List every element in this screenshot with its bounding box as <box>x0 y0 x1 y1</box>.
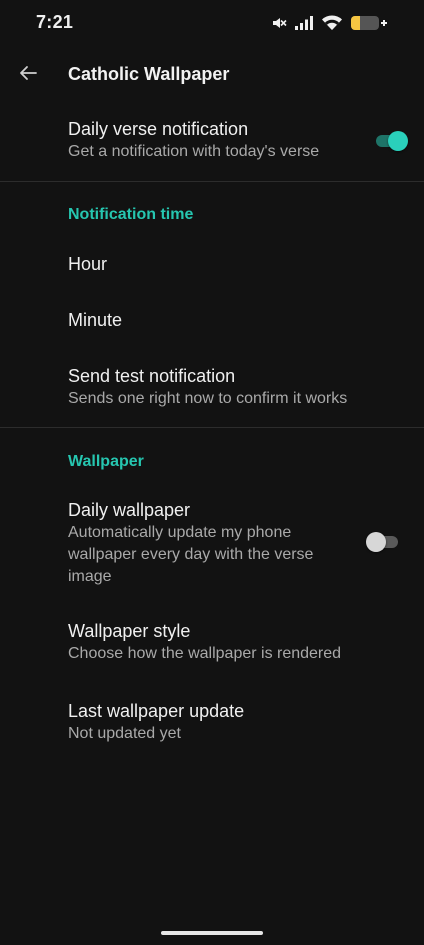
daily-wallpaper-summary: Automatically update my phone wallpaper … <box>68 524 314 585</box>
home-indicator[interactable] <box>161 931 263 935</box>
send-test-title: Send test notification <box>68 366 236 386</box>
settings-screen: 7:21 Catholic Wallpaper Daily verse noti… <box>0 0 424 945</box>
status-icons <box>271 13 388 33</box>
last-update-title: Last wallpaper update <box>68 701 245 721</box>
mute-icon <box>271 15 287 31</box>
wallpaper-style-summary: Choose how the wallpaper is rendered <box>68 645 342 662</box>
app-bar: Catholic Wallpaper <box>0 52 424 98</box>
switch-thumb <box>388 131 408 151</box>
daily-verse-title: Daily verse notification <box>68 119 249 139</box>
send-test-notification-pref[interactable]: Send test notification Sends one right n… <box>68 364 404 410</box>
wifi-icon <box>321 15 343 31</box>
daily-wallpaper-title: Daily wallpaper <box>68 500 191 520</box>
daily-verse-pref[interactable]: Daily verse notification Get a notificat… <box>68 117 404 163</box>
hour-pref[interactable]: Hour <box>68 252 404 276</box>
signal-icon <box>294 15 314 31</box>
minute-pref[interactable]: Minute <box>68 308 404 332</box>
page-title: Catholic Wallpaper <box>68 64 230 84</box>
battery-icon <box>350 14 388 32</box>
last-update-summary: Not updated yet <box>68 725 181 742</box>
daily-wallpaper-switch[interactable] <box>366 532 400 552</box>
daily-verse-switch[interactable] <box>374 131 408 151</box>
notification-time-header: Notification time <box>68 206 194 223</box>
back-button[interactable] <box>14 61 42 89</box>
last-wallpaper-update-pref[interactable]: Last wallpaper update Not updated yet <box>68 699 404 745</box>
arrow-left-icon <box>18 63 38 88</box>
daily-verse-summary: Get a notification with today's verse <box>68 143 320 160</box>
switch-thumb <box>366 532 386 552</box>
status-time: 7:21 <box>36 12 74 32</box>
wallpaper-style-title: Wallpaper style <box>68 621 191 641</box>
divider <box>0 181 424 182</box>
daily-wallpaper-pref[interactable]: Daily wallpaper Automatically update my … <box>68 498 344 588</box>
wallpaper-style-pref[interactable]: Wallpaper style Choose how the wallpaper… <box>68 619 404 665</box>
wallpaper-header: Wallpaper <box>68 453 144 470</box>
hour-title: Hour <box>68 254 108 274</box>
status-bar: 7:21 <box>0 0 424 46</box>
divider <box>0 427 424 428</box>
send-test-summary: Sends one right now to confirm it works <box>68 390 348 407</box>
minute-title: Minute <box>68 310 123 330</box>
